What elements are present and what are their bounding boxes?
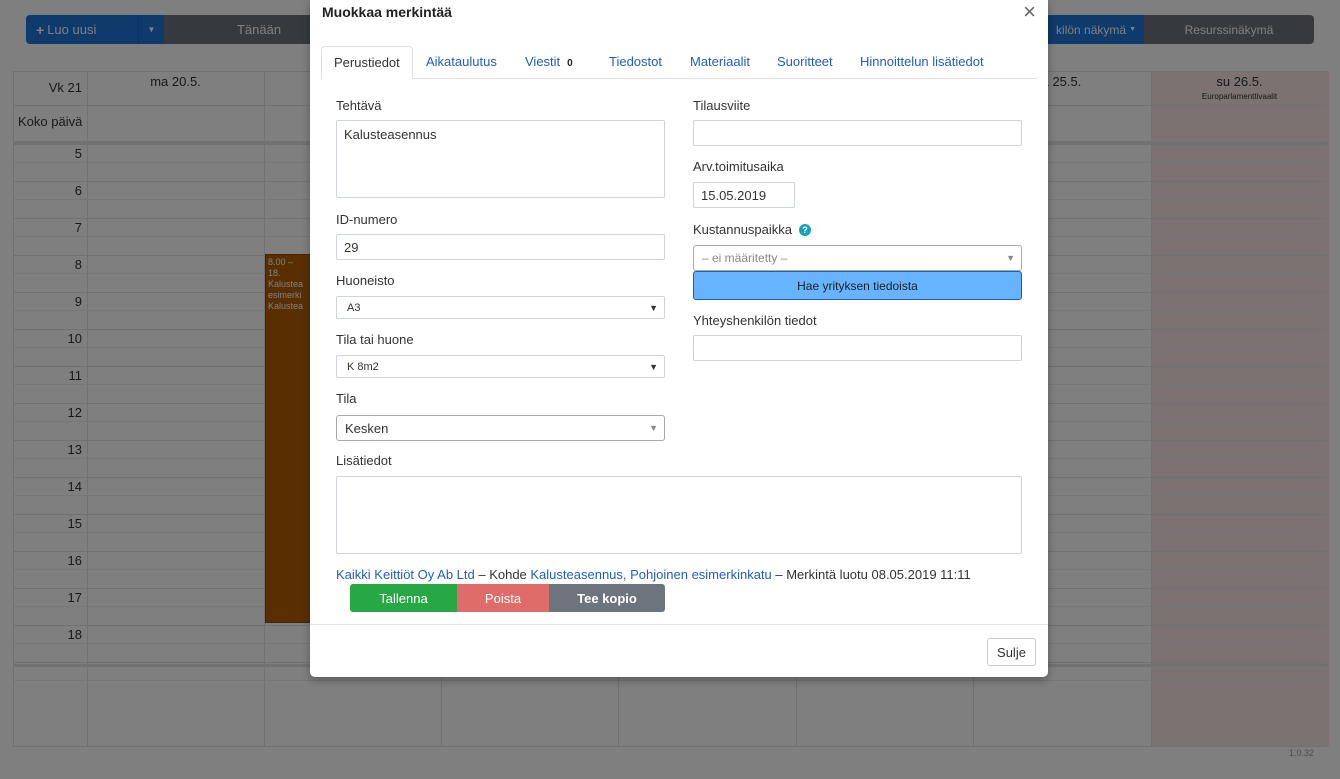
delivery-date-input[interactable]	[693, 182, 795, 208]
copy-label: Tee kopio	[577, 590, 637, 606]
entry-actions: Tallenna Poista Tee kopio	[350, 584, 665, 612]
close-button[interactable]: Sulje	[987, 638, 1036, 666]
modal-tabs: Perustiedot Aikataulutus Viestit 0 Tiedos…	[321, 46, 1037, 80]
save-label: Tallenna	[379, 590, 428, 606]
edit-entry-modal: Muokkaa merkintää × Perustiedot Aikataul…	[310, 0, 1048, 677]
close-icon[interactable]: ×	[1023, 1, 1036, 23]
tab-label: Materiaalit	[690, 54, 750, 69]
created-info: – Merkintä luotu 08.05.2019 11:11	[771, 567, 971, 582]
delete-button[interactable]: Poista	[457, 584, 549, 612]
fetch-company-info-label: Hae yrityksen tiedoista	[797, 278, 918, 293]
tab-suoritteet[interactable]: Suoritteet	[765, 46, 845, 79]
copy-button[interactable]: Tee kopio	[549, 584, 665, 612]
room-selected-value: K 8m2	[347, 360, 379, 373]
status-label: Tila	[336, 391, 357, 406]
fetch-company-info-button[interactable]: Hae yrityksen tiedoista	[693, 271, 1022, 300]
cost-center-select[interactable]: – ei määritetty – ▼	[693, 245, 1022, 271]
caret-down-icon: ▼	[649, 361, 658, 372]
apartment-select[interactable]: A3 ▼	[336, 296, 665, 319]
status-selected-value: Kesken	[345, 420, 389, 436]
task-textarea[interactable]: Kalusteasennus	[336, 120, 665, 198]
cost-center-label: Kustannuspaikka?	[693, 222, 812, 237]
order-reference-label: Tilausviite	[693, 98, 751, 113]
tab-label: Viestit	[525, 54, 561, 69]
order-reference-input[interactable]	[693, 120, 1022, 146]
contact-info-input[interactable]	[693, 335, 1022, 361]
contact-info-label: Yhteyshenkilön tiedot	[693, 313, 817, 328]
cost-center-selected-value: – ei määritetty –	[702, 251, 788, 265]
help-icon[interactable]: ?	[799, 224, 812, 236]
entry-info-line: Kaikki Keittiöt Oy Ab Ltd – Kohde Kalust…	[336, 567, 971, 582]
id-number-input[interactable]	[336, 234, 665, 260]
modal-header: Muokkaa merkintää ×	[310, 0, 1048, 27]
apartment-selected-value: A3	[347, 301, 361, 314]
status-select[interactable]: Kesken ▼	[336, 415, 665, 441]
tab-aikataulutus[interactable]: Aikataulutus	[414, 46, 509, 79]
tab-viestit[interactable]: Viestit 0	[513, 46, 585, 79]
tab-tiedostot[interactable]: Tiedostot	[597, 46, 674, 79]
cost-center-label-text: Kustannuspaikka	[693, 222, 793, 237]
tab-hinnoittelun-lisatiedot[interactable]: Hinnoittelun lisätiedot	[848, 46, 996, 79]
company-link[interactable]: Kaikki Keittiöt Oy Ab Ltd	[336, 567, 475, 582]
message-count-badge: 0	[567, 58, 573, 69]
caret-down-icon: ▼	[1006, 253, 1015, 263]
delivery-date-label: Arv.toimitusaika	[693, 159, 784, 174]
tab-label: Aikataulutus	[426, 54, 497, 69]
tab-label: Hinnoittelun lisätiedot	[860, 54, 984, 69]
tab-label: Suoritteet	[777, 54, 833, 69]
close-label: Sulje	[997, 644, 1026, 660]
tab-label: Perustiedot	[334, 55, 400, 70]
notes-label: Lisätiedot	[336, 453, 392, 468]
apartment-label: Huoneisto	[336, 273, 395, 288]
tab-label: Tiedostot	[609, 54, 662, 69]
modal-title: Muokkaa merkintää	[322, 4, 452, 20]
room-select[interactable]: K 8m2 ▼	[336, 355, 665, 378]
id-number-label: ID-numero	[336, 212, 398, 227]
room-label: Tila tai huone	[336, 332, 414, 347]
tab-perustiedot[interactable]: Perustiedot	[321, 46, 413, 80]
delete-label: Poista	[484, 590, 522, 606]
task-label: Tehtävä	[336, 98, 382, 113]
target-link[interactable]: Kalusteasennus, Pohjoinen esimerkinkatu	[530, 567, 771, 582]
caret-down-icon: ▼	[649, 423, 658, 433]
target-separator: – Kohde	[474, 567, 531, 582]
notes-textarea[interactable]	[336, 476, 1022, 554]
tab-materiaalit[interactable]: Materiaalit	[678, 46, 762, 79]
save-button[interactable]: Tallenna	[350, 584, 457, 612]
modal-footer: Sulje	[310, 624, 1048, 677]
caret-down-icon: ▼	[649, 302, 658, 313]
